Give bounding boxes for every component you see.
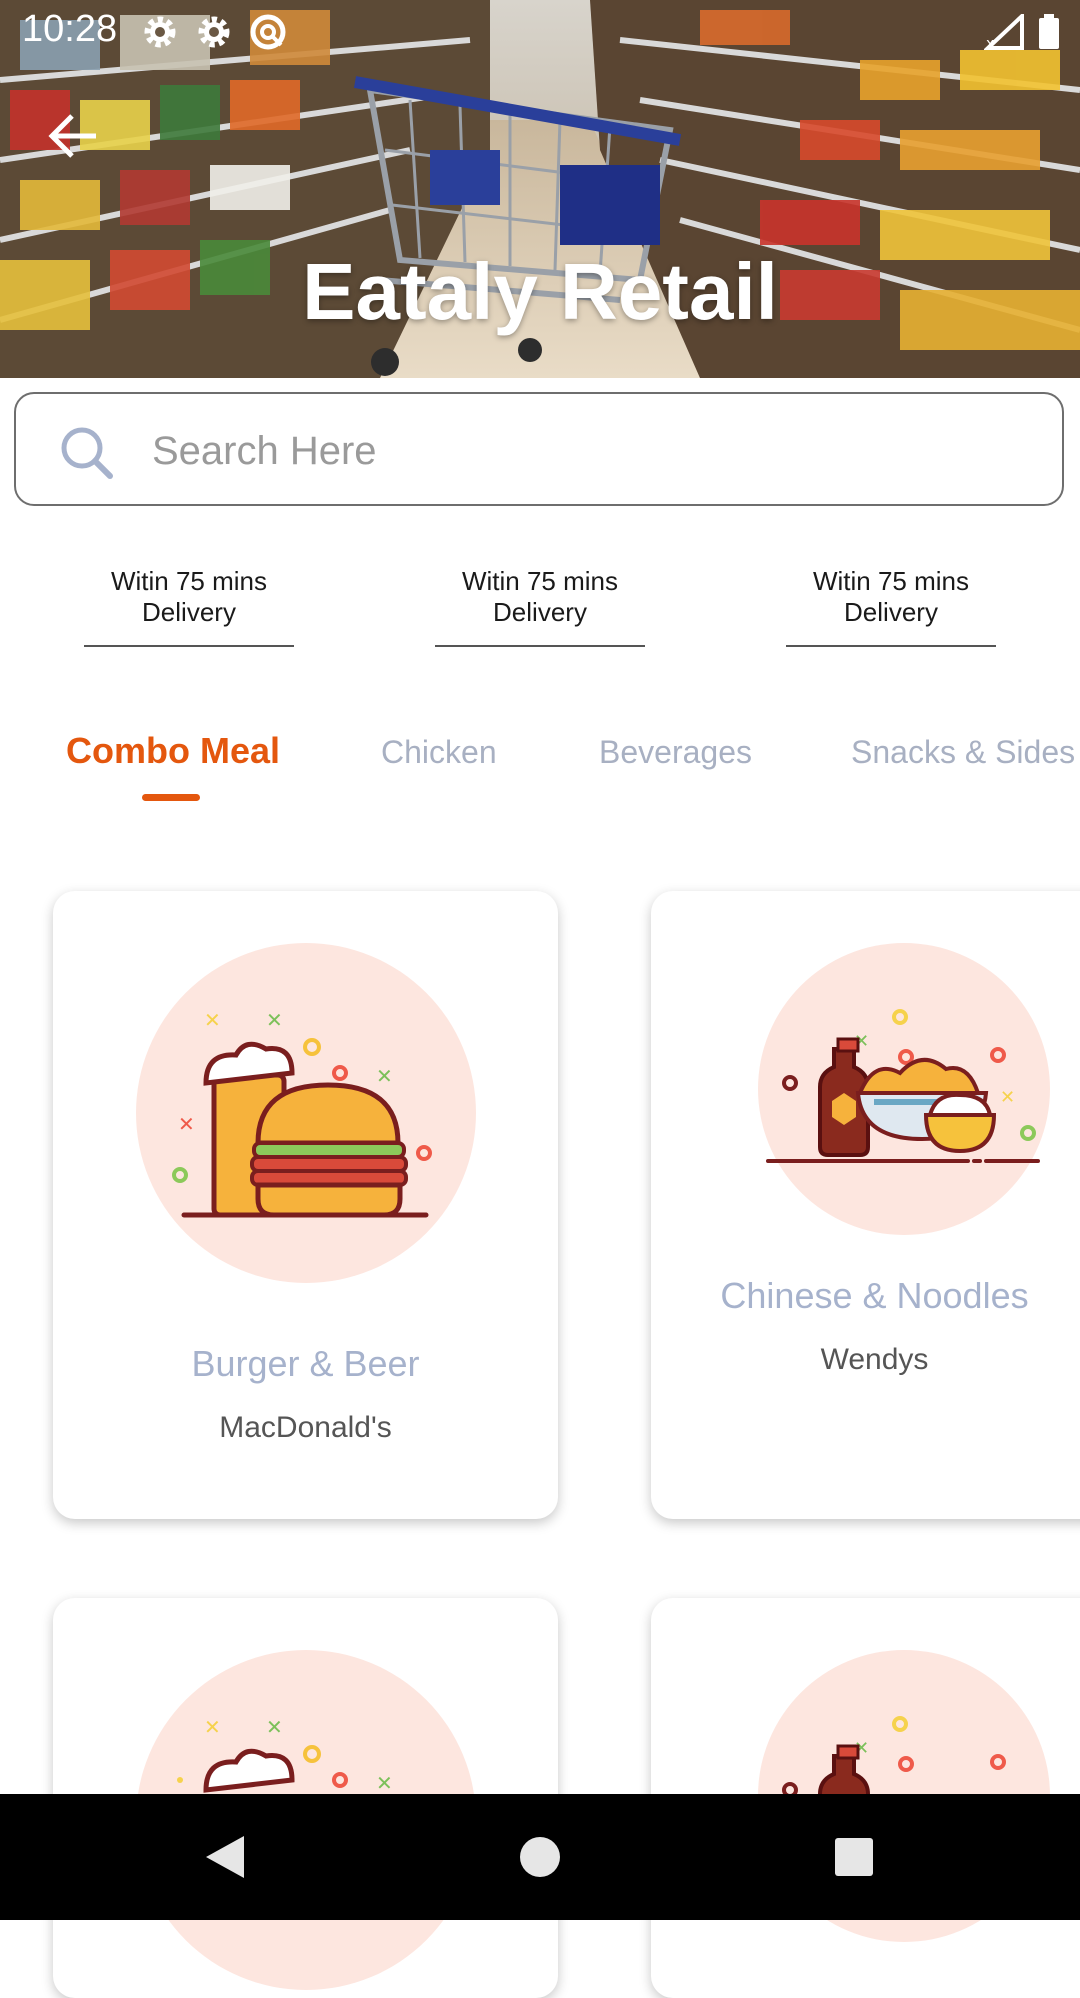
back-triangle-icon xyxy=(206,1836,244,1878)
header-banner: 10:28 x Eataly Retail xyxy=(0,0,1080,378)
page-title: Eataly Retail xyxy=(302,247,778,336)
card-title: Chinese & Noodles xyxy=(720,1275,1029,1316)
svg-text:✕: ✕ xyxy=(376,1771,393,1795)
battery-icon xyxy=(1038,14,1060,55)
svg-text:✕: ✕ xyxy=(178,1112,195,1136)
nav-recents-button[interactable] xyxy=(826,1832,882,1882)
delivery-underline xyxy=(786,645,996,647)
search-bar[interactable] xyxy=(14,392,1064,506)
noodles-icon: ✕ ✕ xyxy=(758,943,1050,1235)
delivery-time-label: Witin 75 mins xyxy=(461,566,619,596)
delivery-time-label: Witin 75 mins xyxy=(110,566,268,596)
nav-home-button[interactable] xyxy=(512,1832,568,1882)
svg-text:✕: ✕ xyxy=(266,1008,283,1032)
category-tabs: Combo Meal Chicken Beverages Snacks & Si… xyxy=(0,730,1080,810)
status-bar: 10:28 x xyxy=(0,0,1080,62)
delivery-options: Witin 75 mins Delivery Witin 75 mins Del… xyxy=(0,566,1080,647)
svg-text:✕: ✕ xyxy=(266,1715,283,1739)
svg-text:✕: ✕ xyxy=(204,1715,221,1739)
back-button[interactable] xyxy=(46,108,102,164)
home-circle-icon xyxy=(520,1837,560,1877)
status-time: 10:28 xyxy=(22,8,118,50)
delivery-label: Delivery xyxy=(142,597,236,627)
delivery-option[interactable]: Witin 75 mins Delivery xyxy=(84,566,294,647)
card-title: Burger & Beer xyxy=(191,1343,420,1384)
tab-chicken[interactable]: Chicken xyxy=(381,734,497,771)
active-tab-indicator xyxy=(142,794,200,801)
delivery-underline xyxy=(84,645,294,647)
settings-icon xyxy=(140,12,180,52)
tab-beverages[interactable]: Beverages xyxy=(599,734,752,771)
tab-combo-meal[interactable]: Combo Meal xyxy=(66,730,280,772)
svg-text:✕: ✕ xyxy=(376,1064,393,1088)
system-nav-bar xyxy=(0,1794,1080,1920)
svg-text:x: x xyxy=(986,36,994,50)
tab-snacks-sides[interactable]: Snacks & Sides xyxy=(851,734,1075,771)
delivery-option[interactable]: Witin 75 mins Delivery xyxy=(786,566,996,647)
food-card-burger-beer[interactable]: ✕ ✕ ✕ ✕ Burger & Beer MacDonald's xyxy=(53,891,558,1519)
svg-text:✕: ✕ xyxy=(204,1008,221,1032)
delivery-label: Delivery xyxy=(844,597,938,627)
signal-icon: x xyxy=(982,11,1024,55)
card-subtitle: Wendys xyxy=(820,1343,929,1376)
food-card-chinese-noodles[interactable]: ✕ ✕ Chinese & Noodles Wendys xyxy=(651,891,1080,1519)
arrow-left-icon xyxy=(48,114,96,158)
recents-square-icon xyxy=(835,1838,873,1876)
search-icon xyxy=(61,427,113,479)
delivery-time-label: Witin 75 mins xyxy=(812,566,970,596)
burger-beer-icon: ✕ ✕ ✕ ✕ xyxy=(136,943,476,1283)
sync-icon xyxy=(248,12,288,52)
delivery-option[interactable]: Witin 75 mins Delivery xyxy=(435,566,645,647)
search-input[interactable] xyxy=(150,416,1034,486)
delivery-underline xyxy=(435,645,645,647)
card-subtitle: MacDonald's xyxy=(219,1411,392,1444)
svg-text:✕: ✕ xyxy=(1000,1087,1015,1108)
settings-icon xyxy=(194,12,234,52)
nav-back-button[interactable] xyxy=(198,1832,254,1882)
delivery-label: Delivery xyxy=(493,597,587,627)
